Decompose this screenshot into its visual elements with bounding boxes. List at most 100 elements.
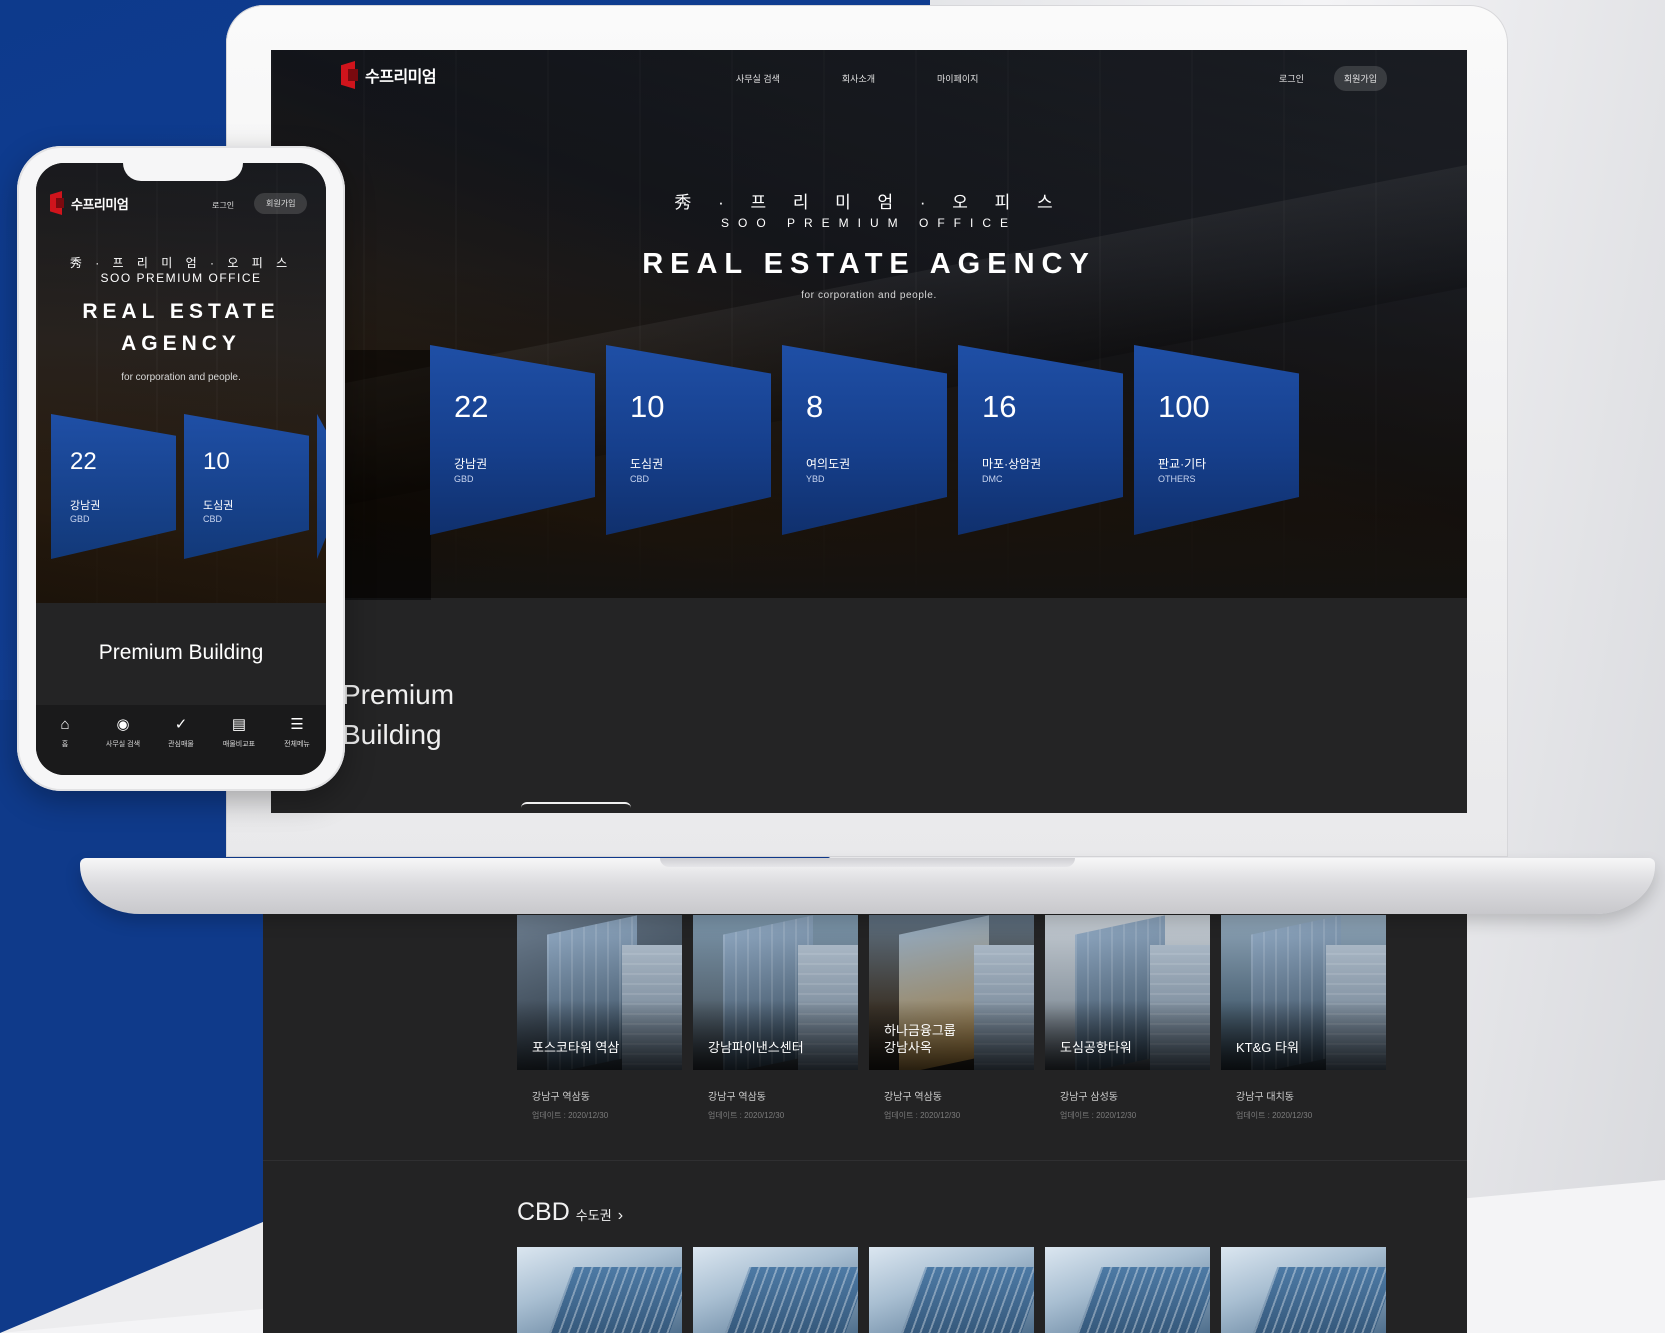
tab-label: 사무실 검색	[105, 741, 141, 748]
region-name: 마포·상암권	[982, 457, 1042, 471]
region-code: CBD	[630, 474, 650, 484]
building-card[interactable]: 하나금융그룹 강남사옥 강남구 역삼동 업데이트 : 2020/12/30	[869, 915, 1034, 1121]
building-address: 강남구 삼성동	[1060, 1092, 1118, 1103]
mobile-login-link[interactable]: 로그인	[212, 200, 234, 211]
tab-favorites[interactable]: ✓ 관심매물	[153, 717, 209, 775]
nav-link-mypage[interactable]: 마이페이지	[937, 72, 978, 85]
region-count: 8	[806, 389, 824, 424]
region-code: GBD	[70, 514, 90, 524]
mobile-screen: 수프리미엄 로그인 회원가입 秀 · 프 리 미 엄 · 오 피 스 SOO P…	[36, 163, 326, 775]
building-card[interactable]: KT&G 타워 강남구 대치동 업데이트 : 2020/12/30	[1221, 915, 1386, 1121]
building-photo: 강남파이낸스센터	[693, 915, 858, 1070]
building-photo: 하나금융그룹 강남사옥	[869, 915, 1034, 1070]
mobile-hero-tagline: for corporation and people.	[121, 372, 241, 383]
brand-logo[interactable]: 수프리미엄	[341, 61, 437, 89]
building-address: 강남구 역삼동	[884, 1092, 942, 1103]
mobile-hero-english-subtitle: SOO PREMIUM OFFICE	[100, 271, 262, 285]
region-name: 도심권	[203, 500, 234, 512]
hero-korean-title: 秀 · 프 리 미 엄 · 오 피 스	[674, 193, 1064, 212]
nav-links: 사무실 검색 회사소개 마이페이지	[736, 72, 978, 85]
cbd-building-list	[517, 1247, 1386, 1333]
mobile-region-tile-cbd[interactable]: 10 도심권 CBD	[184, 414, 309, 559]
home-icon: ⌂	[60, 716, 70, 733]
tab-label: 홈	[61, 741, 69, 748]
page-continuation: 포스코타워 역삼 강남구 역삼동 업데이트 : 2020/12/30 강남파이낸…	[263, 890, 1467, 1333]
tab-office-search[interactable]: ◉ 사무실 검색	[95, 717, 151, 775]
region-name: 판교·기타	[1158, 457, 1207, 471]
premium-heading-line2: Building	[342, 719, 442, 750]
mobile-hero-korean-title: 秀 · 프 리 미 엄 · 오 피 스	[69, 256, 293, 270]
building-updated: 업데이트 : 2020/12/30	[1060, 1111, 1137, 1120]
region-code: CBD	[203, 514, 223, 524]
chevron-right-icon: ›	[617, 1207, 624, 1224]
phone-notch	[123, 163, 243, 181]
region-tile-ybd[interactable]: 8 여의도권 YBD	[782, 345, 947, 535]
region-name: 강남권	[70, 500, 101, 512]
cbd-section-link[interactable]: CBD 수도권 ›	[517, 1198, 623, 1227]
nav-link-office-search[interactable]: 사무실 검색	[736, 72, 780, 85]
region-count: 10	[203, 448, 230, 475]
building-thumb[interactable]	[1221, 1247, 1386, 1333]
menu-icon: ☰	[290, 716, 304, 733]
mobile-region-tile-next[interactable]	[317, 414, 326, 559]
building-thumb[interactable]	[693, 1247, 858, 1333]
tab-all-menu[interactable]: ☰ 전체메뉴	[269, 717, 325, 775]
building-updated: 업데이트 : 2020/12/30	[708, 1111, 785, 1120]
cbd-heading-peek	[521, 802, 631, 813]
building-name: 하나금융그룹 강남사옥	[884, 1023, 956, 1055]
phone-frame: 수프리미엄 로그인 회원가입 秀 · 프 리 미 엄 · 오 피 스 SOO P…	[17, 146, 345, 791]
region-code: GBD	[454, 474, 474, 484]
building-card[interactable]: 강남파이낸스센터 강남구 역삼동 업데이트 : 2020/12/30	[693, 915, 858, 1121]
region-tiles: 22 강남권 GBD 10 도심권 CBD 8 여의도권 YBD 16 마포·상…	[430, 345, 1299, 535]
building-address: 강남구 대치동	[1236, 1092, 1294, 1103]
region-tile-gbd[interactable]: 22 강남권 GBD	[430, 345, 595, 535]
region-count: 10	[630, 389, 665, 424]
tab-label: 관심매물	[168, 741, 194, 748]
nav-link-about[interactable]: 회사소개	[842, 72, 875, 85]
building-photo: 포스코타워 역삼	[517, 915, 682, 1070]
hero-title: REAL ESTATE AGENCY	[642, 248, 1096, 280]
mobile-premium-heading: Premium Building	[98, 641, 264, 664]
logo-mark-icon	[50, 191, 66, 215]
building-card[interactable]: 포스코타워 역삼 강남구 역삼동 업데이트 : 2020/12/30	[517, 915, 682, 1121]
cbd-subtitle: 수도권	[575, 1208, 612, 1223]
region-count: 22	[70, 448, 97, 475]
building-thumb[interactable]	[869, 1247, 1034, 1333]
region-tile-cbd[interactable]: 10 도심권 CBD	[606, 345, 771, 535]
building-card[interactable]: 도심공항타워 강남구 삼성동 업데이트 : 2020/12/30	[1045, 915, 1210, 1121]
premium-building-heading: Premium Building	[342, 675, 454, 755]
region-count: 22	[454, 389, 489, 424]
tab-compare[interactable]: ▤ 매물비교표	[211, 717, 267, 775]
building-updated: 업데이트 : 2020/12/30	[1236, 1111, 1313, 1120]
signup-button[interactable]: 회원가입	[1333, 66, 1387, 91]
cbd-title: CBD	[517, 1198, 570, 1226]
region-name: 여의도권	[806, 457, 851, 471]
region-code: DMC	[982, 474, 1003, 484]
mobile-brand-logo[interactable]: 수프리미엄	[50, 191, 129, 215]
mobile-hero-title-line1: REAL ESTATE	[82, 300, 280, 323]
logo-mark-icon	[341, 61, 361, 89]
region-tile-others[interactable]: 100 판교·기타 OTHERS	[1134, 345, 1299, 535]
building-name: 포스코타워 역삼	[532, 1040, 620, 1055]
tab-home[interactable]: ⌂ 홈	[37, 717, 93, 775]
region-code: YBD	[806, 474, 825, 484]
region-tile-dmc[interactable]: 16 마포·상암권 DMC	[958, 345, 1123, 535]
nav-auth: 로그인 회원가입	[1279, 66, 1387, 91]
mobile-brand-name: 수프리미엄	[71, 196, 129, 212]
login-link[interactable]: 로그인	[1279, 72, 1304, 85]
mobile-tab-bar: ⌂ 홈 ◉ 사무실 검색 ✓ 관심매물 ▤ 매물비교표 ☰ 전체메뉴	[36, 705, 326, 775]
region-count: 16	[982, 389, 1017, 424]
mobile-hero-title: REAL ESTATE AGENCY	[36, 296, 326, 360]
tab-label: 전체메뉴	[284, 741, 310, 748]
premium-heading-line1: Premium	[342, 679, 455, 710]
building-name: KT&G 타워	[1236, 1040, 1299, 1055]
mobile-hero-title-line2: AGENCY	[121, 332, 241, 355]
mobile-region-tiles: 22 강남권 GBD 10 도심권 CBD	[51, 414, 326, 559]
region-name: 도심권	[630, 457, 664, 471]
building-thumb[interactable]	[1045, 1247, 1210, 1333]
building-thumb[interactable]	[517, 1247, 682, 1333]
mobile-signup-button[interactable]: 회원가입	[254, 193, 308, 214]
region-code: OTHERS	[1158, 474, 1196, 484]
mobile-region-tile-gbd[interactable]: 22 강남권 GBD	[51, 414, 176, 559]
region-name: 강남권	[454, 457, 488, 471]
